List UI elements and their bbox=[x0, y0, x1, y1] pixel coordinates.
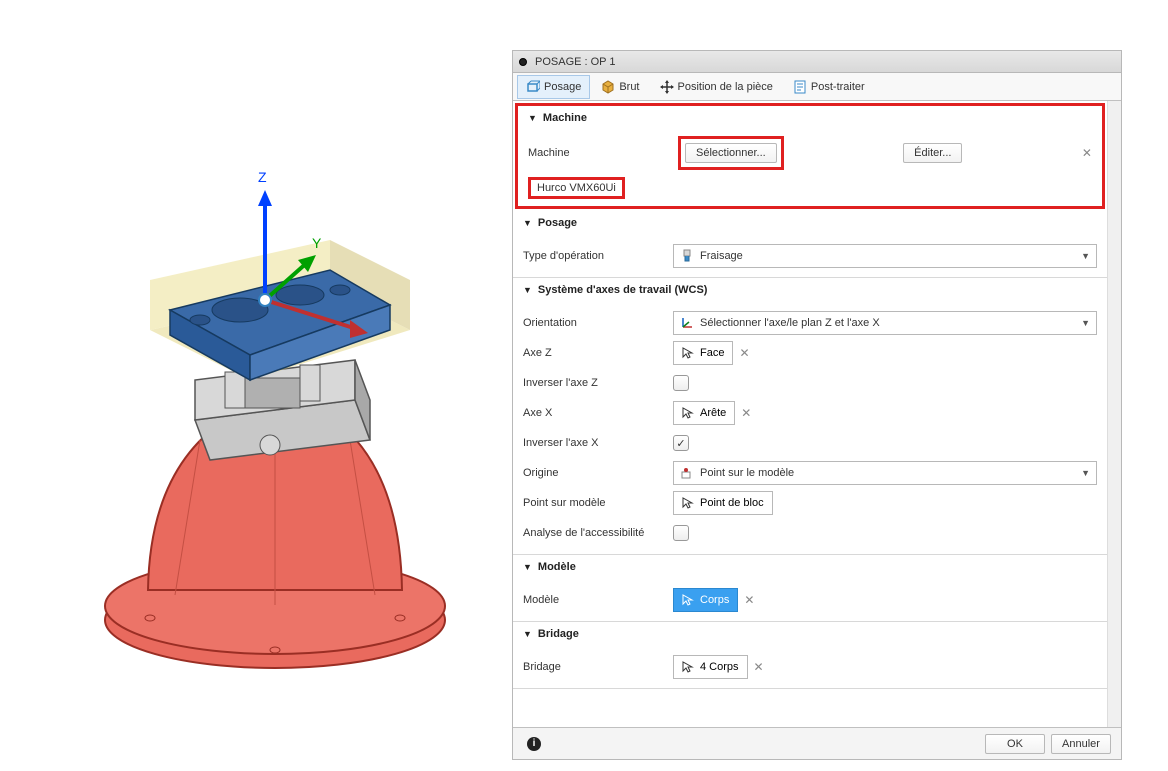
axe-z-label: Axe Z bbox=[523, 347, 673, 359]
inv-x-checkbox[interactable] bbox=[673, 435, 689, 451]
edit-machine-button[interactable]: Éditer... bbox=[903, 143, 962, 163]
clear-modele-icon[interactable]: ✕ bbox=[744, 593, 754, 607]
section-modele: ▼ Modèle Modèle Corps ✕ bbox=[513, 555, 1107, 622]
svg-text:Y: Y bbox=[312, 235, 322, 251]
section-machine: ▼ Machine Machine Sélectionner... Éditer… bbox=[515, 103, 1105, 209]
collapse-dot-icon bbox=[519, 58, 527, 66]
tab-brut[interactable]: Brut bbox=[592, 75, 648, 99]
point-label: Point sur modèle bbox=[523, 497, 673, 509]
op-type-label: Type d'opération bbox=[523, 250, 673, 262]
tab-position-label: Position de la pièce bbox=[678, 81, 773, 93]
ok-button[interactable]: OK bbox=[985, 734, 1045, 754]
triangle-down-icon: ▼ bbox=[523, 218, 532, 228]
section-machine-head[interactable]: ▼ Machine bbox=[518, 106, 1102, 130]
section-modele-head[interactable]: ▼ Modèle bbox=[513, 555, 1107, 579]
chevron-down-icon: ▼ bbox=[1081, 318, 1090, 328]
axe-x-label: Axe X bbox=[523, 407, 673, 419]
cursor-icon bbox=[682, 661, 694, 673]
point-model-icon bbox=[680, 466, 694, 480]
section-posage: ▼ Posage Type d'opération Fraisage ▼ bbox=[513, 211, 1107, 278]
axe-z-chip[interactable]: Face bbox=[673, 341, 733, 365]
inv-z-label: Inverser l'axe Z bbox=[523, 377, 673, 389]
cursor-icon bbox=[682, 347, 694, 359]
box-outline-icon bbox=[526, 80, 540, 94]
bridage-chip[interactable]: 4 Corps bbox=[673, 655, 748, 679]
svg-text:Z: Z bbox=[258, 169, 267, 185]
tab-post[interactable]: Post-traiter bbox=[784, 75, 874, 99]
viewport-3d[interactable]: Z Y bbox=[0, 0, 510, 771]
axes-icon bbox=[680, 316, 694, 330]
modele-chip[interactable]: Corps bbox=[673, 588, 738, 612]
op-type-dropdown[interactable]: Fraisage ▼ bbox=[673, 244, 1097, 268]
mill-icon bbox=[680, 249, 694, 263]
triangle-down-icon: ▼ bbox=[523, 562, 532, 572]
cursor-icon bbox=[682, 594, 694, 606]
move-icon bbox=[660, 80, 674, 94]
info-icon[interactable]: i bbox=[527, 737, 541, 751]
access-checkbox[interactable] bbox=[673, 525, 689, 541]
section-bridage: ▼ Bridage Bridage 4 Corps ✕ bbox=[513, 622, 1107, 689]
document-gcode-icon bbox=[793, 80, 807, 94]
box-solid-icon bbox=[601, 80, 615, 94]
origine-label: Origine bbox=[523, 467, 673, 479]
orientation-label: Orientation bbox=[523, 317, 673, 329]
triangle-down-icon: ▼ bbox=[528, 113, 537, 123]
clear-machine-icon[interactable]: ✕ bbox=[1082, 146, 1092, 160]
modele-label: Modèle bbox=[523, 594, 673, 606]
cancel-button[interactable]: Annuler bbox=[1051, 734, 1111, 754]
axe-x-chip[interactable]: Arête bbox=[673, 401, 735, 425]
clear-bridage-icon[interactable]: ✕ bbox=[754, 660, 764, 674]
scroll-area: ▼ Machine Machine Sélectionner... Éditer… bbox=[513, 101, 1121, 727]
fixture-base bbox=[105, 420, 445, 668]
panel-titlebar[interactable]: POSAGE : OP 1 bbox=[513, 51, 1121, 73]
section-wcs: ▼ Système d'axes de travail (WCS) Orient… bbox=[513, 278, 1107, 555]
section-bridage-head[interactable]: ▼ Bridage bbox=[513, 622, 1107, 646]
panel-footer: i OK Annuler bbox=[513, 727, 1121, 759]
access-label: Analyse de l'accessibilité bbox=[523, 527, 673, 539]
machine-label: Machine bbox=[528, 147, 678, 159]
cursor-icon bbox=[682, 407, 694, 419]
machine-name: Hurco VMX60Ui bbox=[528, 177, 625, 199]
tab-post-label: Post-traiter bbox=[811, 81, 865, 93]
tab-bar: Posage Brut Position de la pièce Post-tr… bbox=[513, 73, 1121, 101]
tab-position[interactable]: Position de la pièce bbox=[651, 75, 782, 99]
vertical-scrollbar[interactable] bbox=[1107, 101, 1121, 727]
tab-posage[interactable]: Posage bbox=[517, 75, 590, 99]
inv-x-label: Inverser l'axe X bbox=[523, 437, 673, 449]
orientation-dropdown[interactable]: Sélectionner l'axe/le plan Z et l'axe X … bbox=[673, 311, 1097, 335]
clear-axe-x-icon[interactable]: ✕ bbox=[741, 406, 751, 420]
bridage-label: Bridage bbox=[523, 661, 673, 673]
triangle-down-icon: ▼ bbox=[523, 629, 532, 639]
section-posage-head[interactable]: ▼ Posage bbox=[513, 211, 1107, 235]
tab-brut-label: Brut bbox=[619, 81, 639, 93]
chevron-down-icon: ▼ bbox=[1081, 251, 1090, 261]
triangle-down-icon: ▼ bbox=[523, 285, 532, 295]
highlight-select: Sélectionner... bbox=[678, 136, 784, 170]
cursor-icon bbox=[682, 497, 694, 509]
tab-posage-label: Posage bbox=[544, 81, 581, 93]
clear-axe-z-icon[interactable]: ✕ bbox=[739, 346, 749, 360]
panel-title: POSAGE : OP 1 bbox=[535, 56, 616, 68]
origine-dropdown[interactable]: Point sur le modèle ▼ bbox=[673, 461, 1097, 485]
point-chip[interactable]: Point de bloc bbox=[673, 491, 773, 515]
chevron-down-icon: ▼ bbox=[1081, 468, 1090, 478]
section-wcs-head[interactable]: ▼ Système d'axes de travail (WCS) bbox=[513, 278, 1107, 302]
inv-z-checkbox[interactable] bbox=[673, 375, 689, 391]
select-machine-button[interactable]: Sélectionner... bbox=[685, 143, 777, 163]
properties-panel: POSAGE : OP 1 Posage Brut Position de la… bbox=[512, 50, 1122, 760]
